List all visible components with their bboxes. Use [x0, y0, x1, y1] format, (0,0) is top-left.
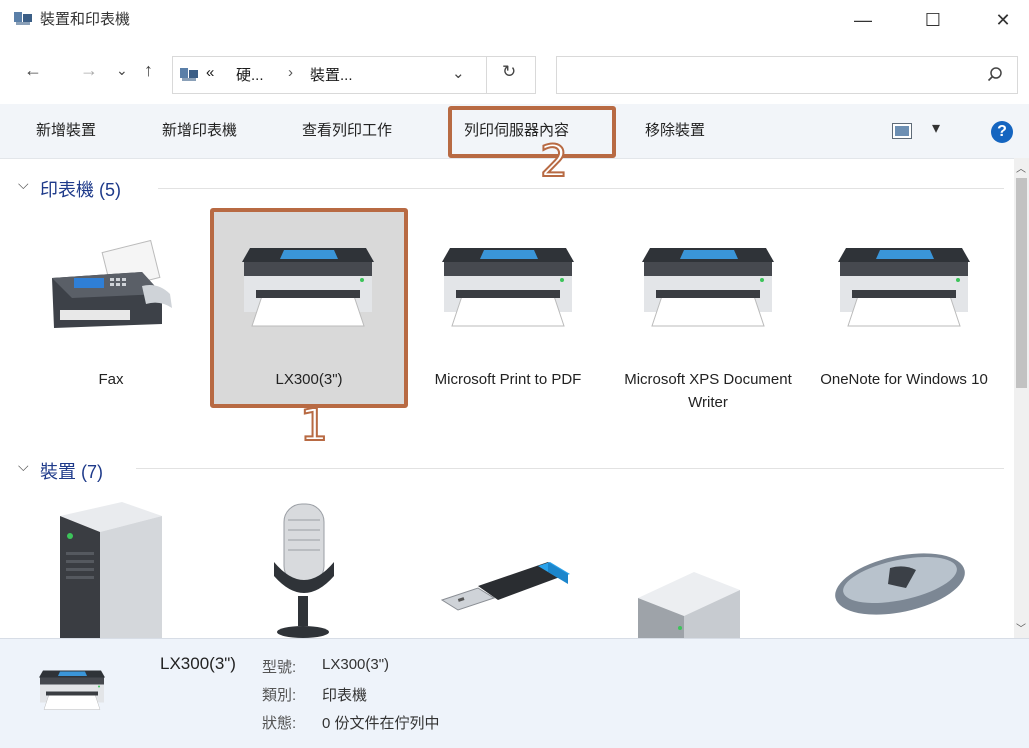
breadcrumb-separator[interactable]: › — [288, 64, 293, 81]
breadcrumb-overflow[interactable]: « — [206, 64, 214, 81]
add-printer-button[interactable]: 新增印表機 — [162, 104, 237, 158]
see-print-jobs-button[interactable]: 查看列印工作 — [302, 104, 392, 158]
forward-button[interactable]: → — [80, 60, 98, 81]
devices-printers-icon — [180, 68, 198, 81]
details-status-value: 0 份文件在佇列中 — [322, 715, 440, 732]
mouse-icon[interactable] — [830, 550, 968, 616]
computer-tower-icon[interactable] — [56, 496, 166, 638]
details-category-label: 類別: — [262, 687, 297, 704]
up-button[interactable]: ↑ — [144, 60, 153, 81]
view-dropdown-icon[interactable]: ▾ — [932, 118, 940, 138]
details-model-value: LX300(3") — [322, 656, 390, 673]
window-title: 裝置和印表機 — [40, 11, 131, 28]
change-view-icon[interactable] — [892, 123, 912, 139]
add-device-button[interactable]: 新增裝置 — [36, 104, 96, 158]
printer-icon[interactable] — [436, 246, 580, 328]
details-category-value: 印表機 — [322, 687, 368, 704]
details-status-label: 狀態: — [262, 715, 297, 732]
fax-icon[interactable] — [46, 238, 176, 334]
scroll-down-icon[interactable]: ﹀ — [1016, 620, 1026, 635]
printer-label-pdf[interactable]: Microsoft Print to PDF — [424, 368, 592, 391]
collapse-icon[interactable]: ⌵ — [18, 458, 29, 475]
printer-label-onenote[interactable]: OneNote for Windows 10 — [820, 368, 988, 391]
usb-drive-icon[interactable] — [438, 556, 572, 616]
annotation-number-1: 1 — [299, 400, 329, 451]
printer-icon — [39, 670, 105, 710]
refresh-button[interactable]: ↻ — [502, 62, 516, 82]
details-pane — [0, 638, 1029, 748]
group-divider — [158, 188, 1004, 189]
annotation-number-2: 2 — [539, 136, 569, 187]
printer-icon[interactable] — [832, 246, 976, 328]
search-input[interactable] — [556, 56, 1018, 94]
details-device-name: LX300(3") — [160, 654, 236, 673]
scrollbar-thumb[interactable] — [1016, 178, 1027, 388]
address-dropdown-icon[interactable]: ⌄ — [452, 64, 465, 82]
close-button[interactable]: ✕ — [980, 0, 1026, 40]
devices-group-header[interactable]: 裝置 (7) — [40, 458, 103, 484]
scroll-up-icon[interactable]: ︿ — [1016, 160, 1026, 175]
external-drive-icon[interactable] — [634, 566, 744, 638]
microphone-icon[interactable] — [268, 500, 338, 638]
minimize-button[interactable]: — — [840, 0, 886, 40]
divider — [486, 56, 487, 94]
maximize-button[interactable]: ☐ — [910, 0, 956, 40]
recent-locations-icon[interactable]: ⌄ — [116, 62, 128, 79]
remove-device-button[interactable]: 移除裝置 — [645, 104, 705, 158]
devices-printers-icon — [14, 12, 32, 25]
collapse-icon[interactable]: ⌵ — [18, 176, 29, 193]
breadcrumb-devices[interactable]: 裝置... — [310, 64, 353, 85]
breadcrumb-hardware[interactable]: 硬... — [236, 64, 264, 85]
help-button[interactable]: ? — [991, 121, 1013, 143]
details-model-label: 型號: — [262, 659, 297, 676]
search-icon — [987, 67, 1002, 82]
annotation-box-1 — [210, 208, 408, 408]
address-bar[interactable] — [172, 56, 536, 94]
printer-label-xps[interactable]: Microsoft XPS Document Writer — [624, 368, 792, 414]
printer-label-fax[interactable]: Fax — [46, 368, 176, 391]
printer-icon[interactable] — [636, 246, 780, 328]
group-divider — [136, 468, 1004, 469]
printers-group-header[interactable]: 印表機 (5) — [40, 176, 121, 202]
back-button[interactable]: ← — [24, 60, 42, 81]
annotation-box-2 — [448, 106, 616, 158]
